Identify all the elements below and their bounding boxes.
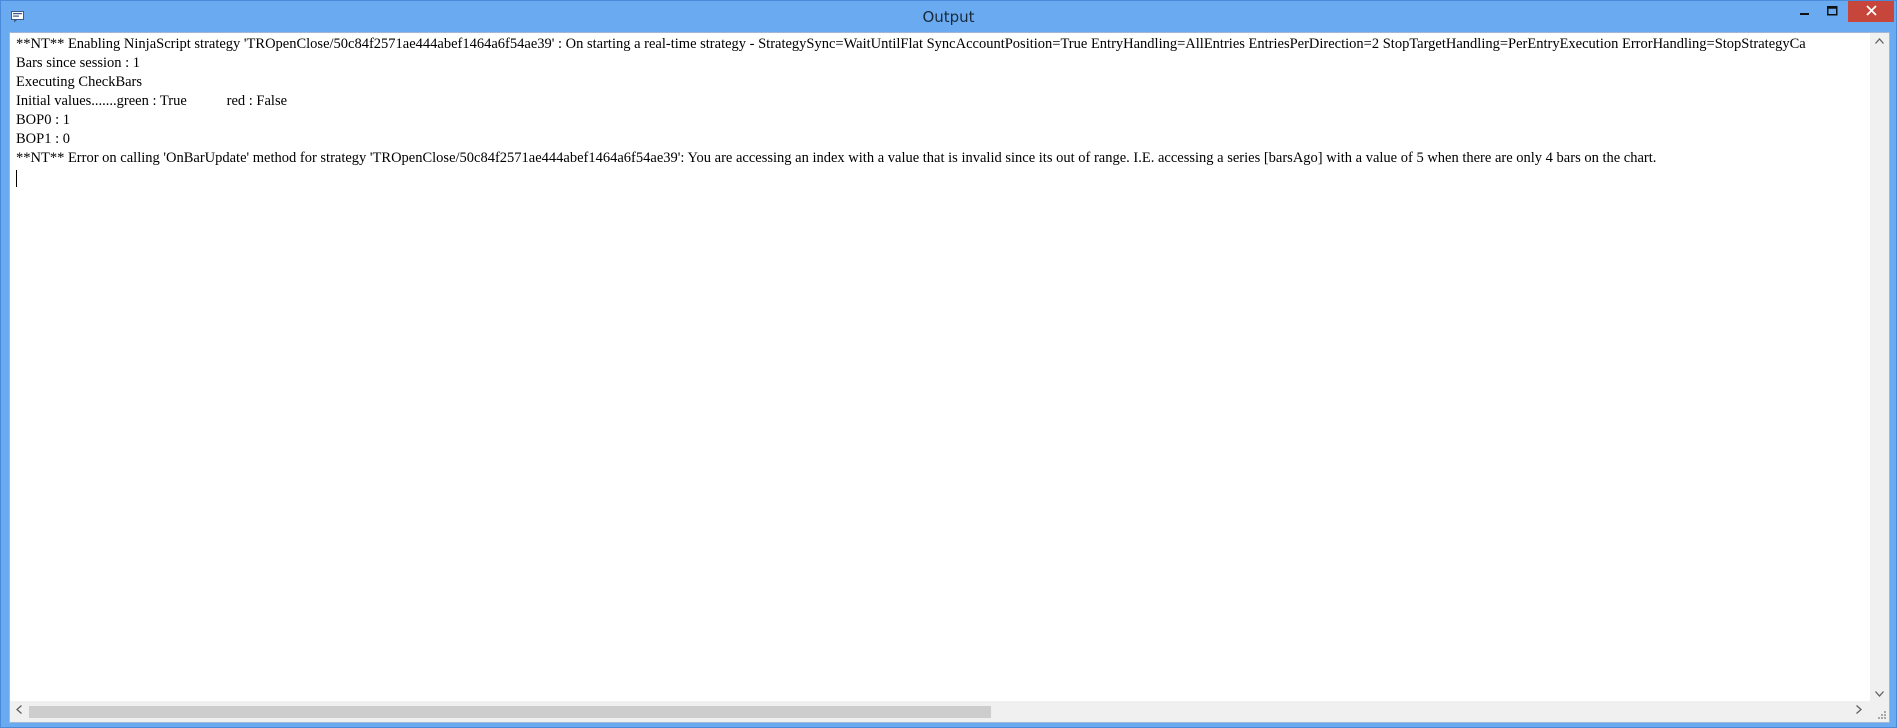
close-button[interactable]: [1848, 1, 1894, 22]
caret-line: [16, 168, 1870, 188]
maximize-icon: [1827, 3, 1838, 21]
chevron-left-icon[interactable]: [16, 705, 22, 718]
output-client-area: **NT** Enabling NinjaScript strategy 'TR…: [9, 32, 1890, 723]
maximize-button[interactable]: [1819, 1, 1846, 22]
minimize-icon: [1799, 3, 1810, 21]
output-line: BOP0 : 1: [16, 112, 70, 128]
output-window: Output **NT** Enabling NinjaScript strat…: [0, 0, 1897, 728]
window-title: Output: [922, 8, 975, 26]
resize-grip-icon[interactable]: [1870, 701, 1889, 722]
horizontal-scrollbar[interactable]: [10, 701, 1870, 722]
output-line: Bars since session : 1: [16, 55, 141, 71]
output-line: Initial values.......green : True red : …: [16, 93, 288, 109]
chevron-right-icon[interactable]: [1856, 705, 1862, 718]
output-line: Executing CheckBars: [16, 74, 143, 90]
text-caret: [16, 170, 17, 188]
output-line: **NT** Enabling NinjaScript strategy 'TR…: [16, 36, 1806, 52]
minimize-button[interactable]: [1791, 1, 1818, 22]
chevron-down-icon[interactable]: [1875, 689, 1884, 701]
horizontal-scroll-thumb[interactable]: [29, 706, 991, 718]
output-line: BOP1 : 0: [16, 131, 70, 147]
output-line: **NT** Error on calling 'OnBarUpdate' me…: [16, 150, 1657, 166]
vertical-scrollbar[interactable]: [1870, 33, 1889, 701]
scrollbar-corner: [1870, 701, 1889, 722]
chevron-up-icon[interactable]: [1875, 36, 1884, 48]
title-bar[interactable]: Output: [1, 1, 1896, 31]
output-text-area[interactable]: **NT** Enabling NinjaScript strategy 'TR…: [10, 33, 1870, 701]
close-icon: [1865, 3, 1877, 21]
